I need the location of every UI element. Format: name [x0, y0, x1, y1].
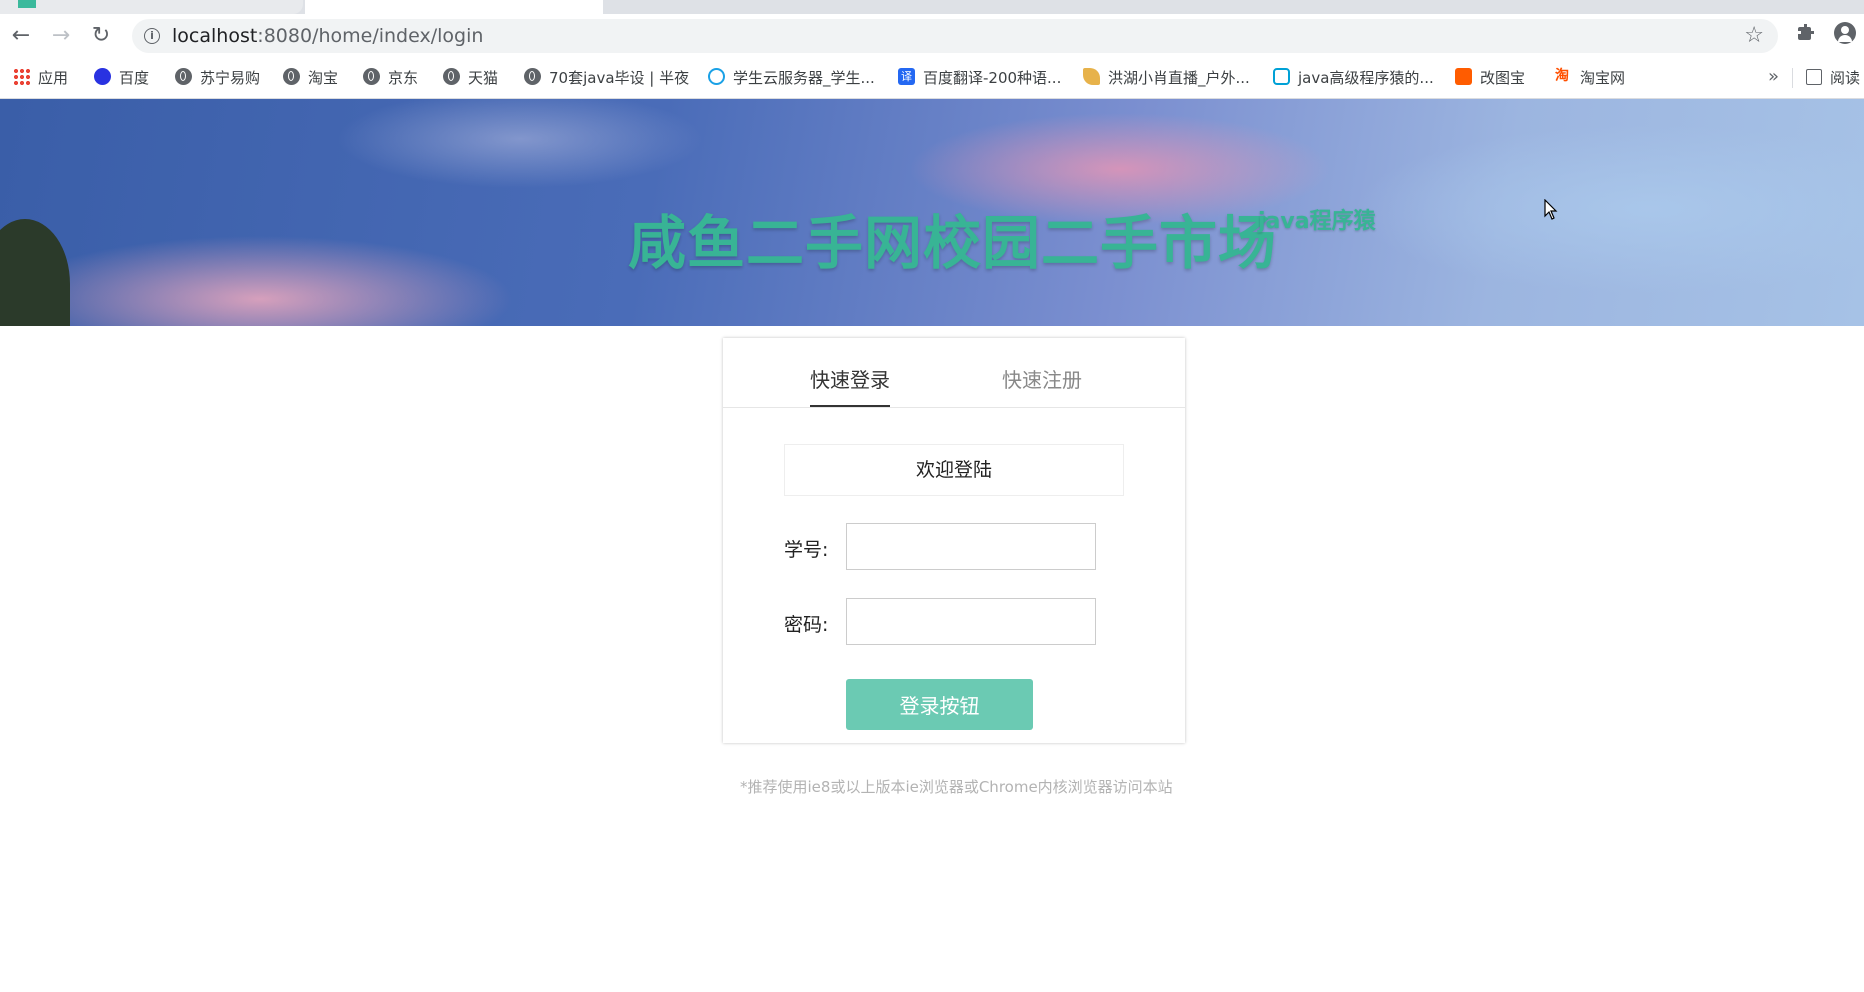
bookmark-apps[interactable]: 应用 [13, 58, 68, 98]
apps-icon [13, 68, 30, 85]
forward-icon[interactable]: → [48, 23, 74, 49]
reload-icon[interactable]: ↻ [88, 23, 114, 49]
browser-recommendation-note: *推荐使用ie8或以上版本ie浏览器或Chrome内核浏览器访问本站 [740, 778, 1173, 796]
bookmark-label: 淘宝 [308, 69, 339, 87]
bookmark-label: 京东 [388, 69, 419, 87]
tree-silhouette [0, 219, 70, 326]
browser-toolbar: ← → ↻ i localhost:8080/home/index/login … [0, 14, 1864, 58]
reading-list-button[interactable]: 阅读 [1806, 58, 1860, 98]
back-icon[interactable]: ← [8, 23, 34, 49]
welcome-heading: 欢迎登陆 [784, 444, 1124, 496]
fanyi-icon: 译 [898, 68, 915, 85]
bookmark-label: 70套java毕设 | 半夜 [549, 69, 690, 87]
bookmark-label: 应用 [38, 69, 69, 87]
globe-icon [283, 68, 300, 85]
tab-quick-register[interactable]: 快速注册 [1002, 366, 1082, 394]
cloud-icon [708, 68, 725, 85]
url-text[interactable]: localhost:8080/home/index/login [172, 19, 483, 53]
bookmark-tmall[interactable]: 天猫 [443, 58, 498, 98]
profile-avatar-icon[interactable] [1834, 22, 1856, 44]
extensions-icon[interactable] [1796, 22, 1816, 42]
password-label: 密码: [784, 614, 829, 636]
bookmark-label: 百度翻译-200种语... [923, 69, 1062, 87]
bookmarks-more-icon[interactable]: » [1768, 58, 1779, 96]
bookmark-label: 洪湖小肖直播_户外... [1108, 69, 1250, 87]
student-id-input[interactable] [846, 523, 1096, 570]
bookmark-java-projects[interactable]: 70套java毕设 | 半夜 [524, 58, 689, 98]
browser-tab-active[interactable] [305, 0, 603, 14]
globe-icon [524, 68, 541, 85]
bookmark-suning[interactable]: 苏宁易购 [175, 58, 260, 98]
url-path: :8080/home/index/login [257, 25, 484, 47]
browser-tab-inactive[interactable] [0, 0, 303, 14]
bookmark-gaitubao[interactable]: 改图宝 [1455, 58, 1525, 98]
bookmark-bilibili[interactable]: java高级程序猿的... [1273, 58, 1434, 98]
bookmark-label: 苏宁易购 [200, 69, 261, 87]
address-bar[interactable]: i localhost:8080/home/index/login ☆ [132, 19, 1778, 53]
mouse-cursor-icon [1544, 199, 1558, 220]
reading-list-icon [1806, 68, 1822, 85]
taobao-icon: 淘 [1555, 68, 1569, 84]
reading-list-label: 阅读 [1830, 69, 1861, 87]
gaitubao-icon [1455, 68, 1472, 85]
bookmark-label: 改图宝 [1480, 69, 1526, 87]
site-title: 咸鱼二手网校园二手市场 [628, 209, 1278, 277]
bookmark-live-stream[interactable]: 洪湖小肖直播_户外... [1083, 58, 1250, 98]
student-id-label: 学号: [784, 539, 829, 561]
bookmarks-bar: 应用 百度 苏宁易购 淘宝 京东 天猫 70套java毕设 | 半夜 学生云服务… [0, 58, 1864, 99]
bookmark-jd[interactable]: 京东 [363, 58, 418, 98]
globe-icon [363, 68, 380, 85]
url-host: localhost [172, 25, 258, 47]
baidu-icon [94, 68, 111, 85]
bookmark-baidu-translate[interactable]: 译百度翻译-200种语... [898, 58, 1061, 98]
bookmark-label: 淘宝网 [1580, 69, 1626, 87]
browser-tab-strip [0, 0, 1864, 14]
feather-icon [1083, 68, 1100, 85]
bookmark-label: 学生云服务器_学生... [733, 69, 875, 87]
bookmark-label: java高级程序猿的... [1298, 69, 1434, 87]
tab-favicon-icon [18, 0, 36, 8]
globe-icon [175, 68, 192, 85]
login-button[interactable]: 登录按钮 [846, 679, 1033, 730]
password-input[interactable] [846, 598, 1096, 645]
bookmark-student-cloud[interactable]: 学生云服务器_学生... [708, 58, 875, 98]
bookmarks-divider [1792, 68, 1793, 88]
tab-quick-login[interactable]: 快速登录 [810, 366, 890, 407]
bookmark-baidu[interactable]: 百度 [94, 58, 149, 98]
bookmark-taobao[interactable]: 淘宝 [283, 58, 338, 98]
site-subtitle: java程序猿 [1258, 209, 1376, 234]
globe-icon [443, 68, 460, 85]
bookmark-taobao-net[interactable]: 淘淘宝网 [1555, 58, 1625, 98]
bookmark-star-icon[interactable]: ☆ [1744, 22, 1764, 50]
login-panel: 快速登录 快速注册 欢迎登陆 学号: 密码: 登录按钮 [723, 338, 1185, 743]
bookmark-label: 天猫 [468, 69, 499, 87]
site-info-icon[interactable]: i [144, 28, 160, 44]
bookmark-label: 百度 [119, 69, 150, 87]
login-tabs: 快速登录 快速注册 [723, 338, 1185, 408]
bilibili-icon [1273, 68, 1290, 85]
